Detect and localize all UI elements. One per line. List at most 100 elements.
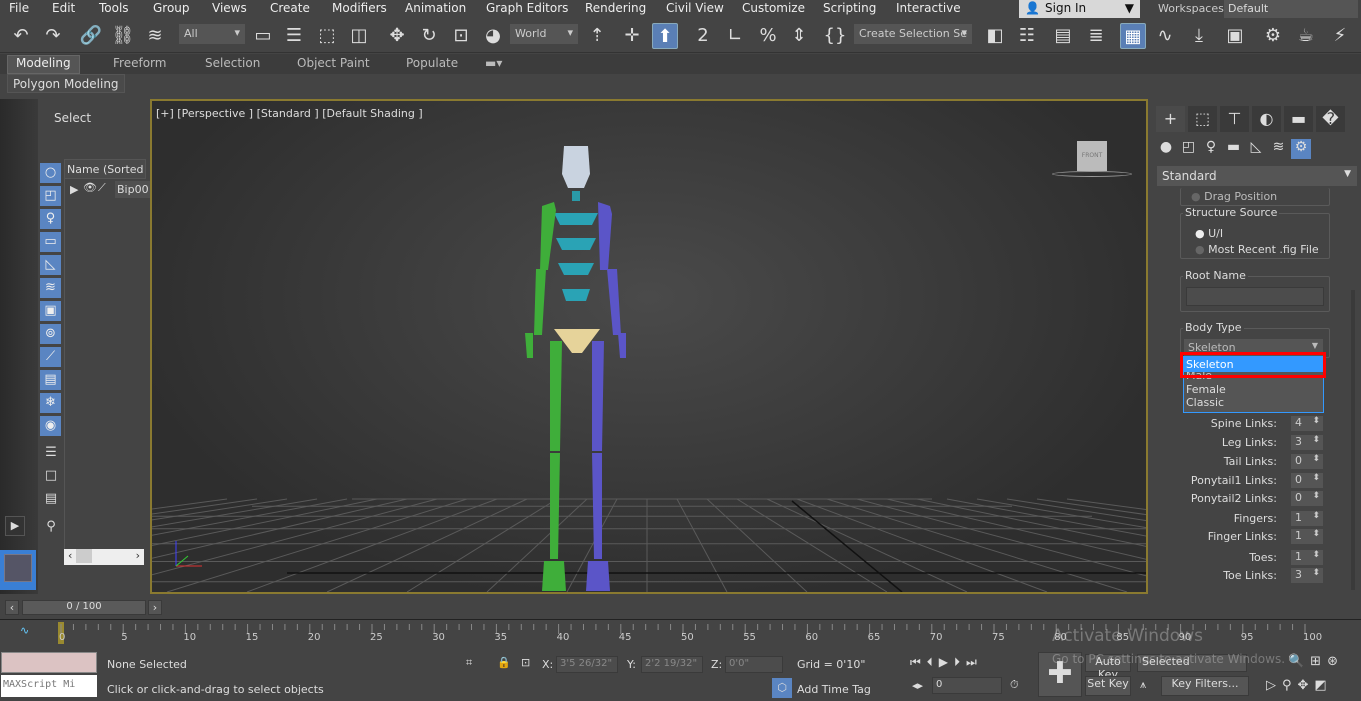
time-config-arrows-icon[interactable]: ◂▸ [912, 679, 923, 692]
scale-icon[interactable]: ⊡ [448, 23, 474, 49]
drag-position-radio[interactable]: ● Drag Position [1191, 190, 1277, 203]
ribbon-tab-object-paint[interactable]: Object Paint [297, 56, 370, 70]
time-slider-thumb[interactable]: 0 / 100 [22, 600, 146, 615]
spinner[interactable]: 3 [1291, 568, 1323, 583]
expand-triangle-icon[interactable]: ▶ [70, 183, 78, 196]
track-bar[interactable]: ∿ 0 5 10 15 20 25 30 35 40 45 50 55 60 65 70 75 80 85 90 95… [0, 619, 1361, 646]
viewport-navigation-controls-2[interactable]: ▷⚲✥◩ [1266, 678, 1333, 693]
schematic-view-icon[interactable]: ⤓ [1186, 23, 1212, 49]
display-lights-icon[interactable]: ♀ [40, 209, 61, 229]
auto-key-button[interactable]: Auto Key [1085, 654, 1131, 681]
set-key-button[interactable]: Set Key [1085, 676, 1131, 696]
systems-icon[interactable]: ⚙ [1291, 139, 1311, 159]
y-coordinate-field[interactable]: 2'2 19/32" [641, 656, 703, 673]
cameras-icon[interactable]: ▬ [1224, 139, 1244, 159]
polygon-modeling-panel[interactable]: Polygon Modeling [7, 74, 125, 93]
horizontal-scrollbar[interactable]: ‹ › [64, 549, 144, 565]
menu-graph-editors[interactable]: Graph Editors [486, 1, 568, 15]
reference-coord-dropdown[interactable]: World [510, 24, 578, 44]
named-selection-dropdown[interactable]: Create Selection Se [854, 24, 972, 44]
menu-edit[interactable]: Edit [52, 1, 75, 15]
rendered-frame-icon[interactable]: ☕ [1293, 23, 1319, 49]
rect-selection-icon[interactable]: ⬚ [314, 23, 340, 49]
object-type-dropdown[interactable]: Standard ▼ [1157, 166, 1357, 186]
ribbon-tab-selection[interactable]: Selection [205, 56, 260, 70]
spinner[interactable]: 0 [1291, 473, 1323, 488]
expand-arrow-button[interactable]: ▶ [5, 516, 25, 536]
select-manipulate-icon[interactable]: ⬆ [652, 23, 678, 49]
eye-icon[interactable]: 👁 [83, 181, 97, 194]
perspective-viewport[interactable]: [+] [Perspective ] [Standard ] [Default … [150, 99, 1148, 594]
maxscript-listener-pink[interactable] [1, 652, 97, 673]
display-shapes-icon[interactable]: ◰ [40, 186, 61, 206]
name-column-header[interactable]: Name (Sorted A [64, 159, 146, 179]
spinner[interactable]: 0 [1291, 454, 1323, 469]
add-time-tag-button[interactable]: Add Time Tag [797, 683, 871, 696]
display-hidden-icon[interactable]: ◉ [40, 416, 61, 436]
geometry-icon[interactable]: ● [1156, 139, 1176, 159]
key-mode-toggle-icon[interactable]: ⩚ [1140, 678, 1146, 692]
snaps-toggle-icon[interactable]: 2 [690, 23, 716, 49]
spinner[interactable]: 3 [1291, 435, 1323, 450]
menu-rendering[interactable]: Rendering [585, 1, 646, 15]
viewport-layout-button[interactable] [0, 550, 36, 590]
placement-icon[interactable]: ◕ [480, 23, 506, 49]
filter-settings-icon[interactable]: ⚲ [42, 519, 60, 537]
spinner[interactable]: 4 [1291, 416, 1323, 431]
display-containers-icon[interactable]: ▤ [40, 370, 61, 390]
shapes-icon[interactable]: ◰ [1179, 139, 1199, 159]
bind-spacewarp-icon[interactable]: ≋ [142, 23, 168, 49]
isolate-selection-icon[interactable]: ⌗ [466, 656, 472, 670]
maxscript-mini-listener[interactable]: MAXScript Mi [1, 675, 97, 697]
next-frame-button[interactable]: › [148, 600, 162, 615]
render-icon[interactable]: ⚡ [1327, 23, 1353, 49]
prev-frame-button[interactable]: ‹ [5, 600, 19, 615]
motion-tab-icon[interactable]: ◐ [1252, 106, 1281, 132]
display-cameras-icon[interactable]: ▭ [40, 232, 61, 252]
mirror-icon[interactable]: ◧ [982, 23, 1008, 49]
radio-ui[interactable]: ● U/I [1195, 227, 1223, 240]
ribbon-tab-populate[interactable]: Populate [406, 56, 458, 70]
option-female[interactable]: Female [1184, 383, 1323, 396]
playback-controls[interactable]: ⏮⏴▶⏵⏭ [910, 655, 983, 670]
display-spacewarps-icon[interactable]: ≋ [40, 278, 61, 298]
display-groups-icon[interactable]: ▣ [40, 301, 61, 321]
z-coordinate-field[interactable]: 0'0" [725, 656, 783, 673]
link-icon[interactable]: 🔗 [78, 23, 104, 49]
unlink-icon[interactable]: ⛓ [110, 23, 136, 49]
select-by-name-icon[interactable]: ☰ [281, 23, 307, 49]
toggle-ribbon-icon[interactable]: ▦ [1120, 23, 1146, 49]
spinner[interactable]: 1 [1291, 529, 1323, 544]
option-classic[interactable]: Classic [1184, 396, 1323, 409]
move-icon[interactable]: ✥ [384, 23, 410, 49]
display-xrefs-icon[interactable]: ⊚ [40, 324, 61, 344]
align-icon[interactable]: ☷ [1014, 23, 1040, 49]
display-all-icon[interactable]: ☰ [42, 445, 60, 463]
menu-modifiers[interactable]: Modifiers [332, 1, 387, 15]
viewcube[interactable]: FRONT [1077, 141, 1107, 171]
display-geometry-icon[interactable]: ○ [40, 163, 61, 183]
menu-interactive[interactable]: Interactive [896, 1, 961, 15]
spinner[interactable]: 1 [1291, 550, 1323, 565]
rotate-icon[interactable]: ↻ [416, 23, 442, 49]
percent-snap-icon[interactable]: % [755, 23, 781, 49]
panel-scrollbar[interactable] [1351, 290, 1355, 590]
key-mode-dropdown[interactable]: Selected [1137, 654, 1247, 672]
viewport-navigation-controls[interactable]: 🔍⊞⊛ [1288, 654, 1344, 669]
undo-icon[interactable]: ↶ [8, 23, 34, 49]
angle-snap-icon[interactable]: ∟ [722, 23, 748, 49]
redo-icon[interactable]: ↷ [40, 23, 66, 49]
x-coordinate-field[interactable]: 3'5 26/32" [556, 656, 618, 673]
menu-views[interactable]: Views [212, 1, 247, 15]
menu-animation[interactable]: Animation [405, 1, 466, 15]
material-editor-icon[interactable]: ▣ [1222, 23, 1248, 49]
menu-file[interactable]: File [9, 1, 29, 15]
selection-filter-dropdown[interactable]: All [179, 24, 245, 44]
ribbon-tab-modeling[interactable]: Modeling [7, 55, 80, 74]
select-object-icon[interactable]: ▭ [250, 23, 276, 49]
create-tab-icon[interactable]: + [1156, 106, 1185, 132]
time-configuration-icon[interactable]: ⏱ [1010, 678, 1019, 692]
viewcube-ring[interactable] [1052, 171, 1132, 177]
menu-civil-view[interactable]: Civil View [666, 1, 724, 15]
tree-item-bip00[interactable]: Bip00 [115, 181, 151, 198]
